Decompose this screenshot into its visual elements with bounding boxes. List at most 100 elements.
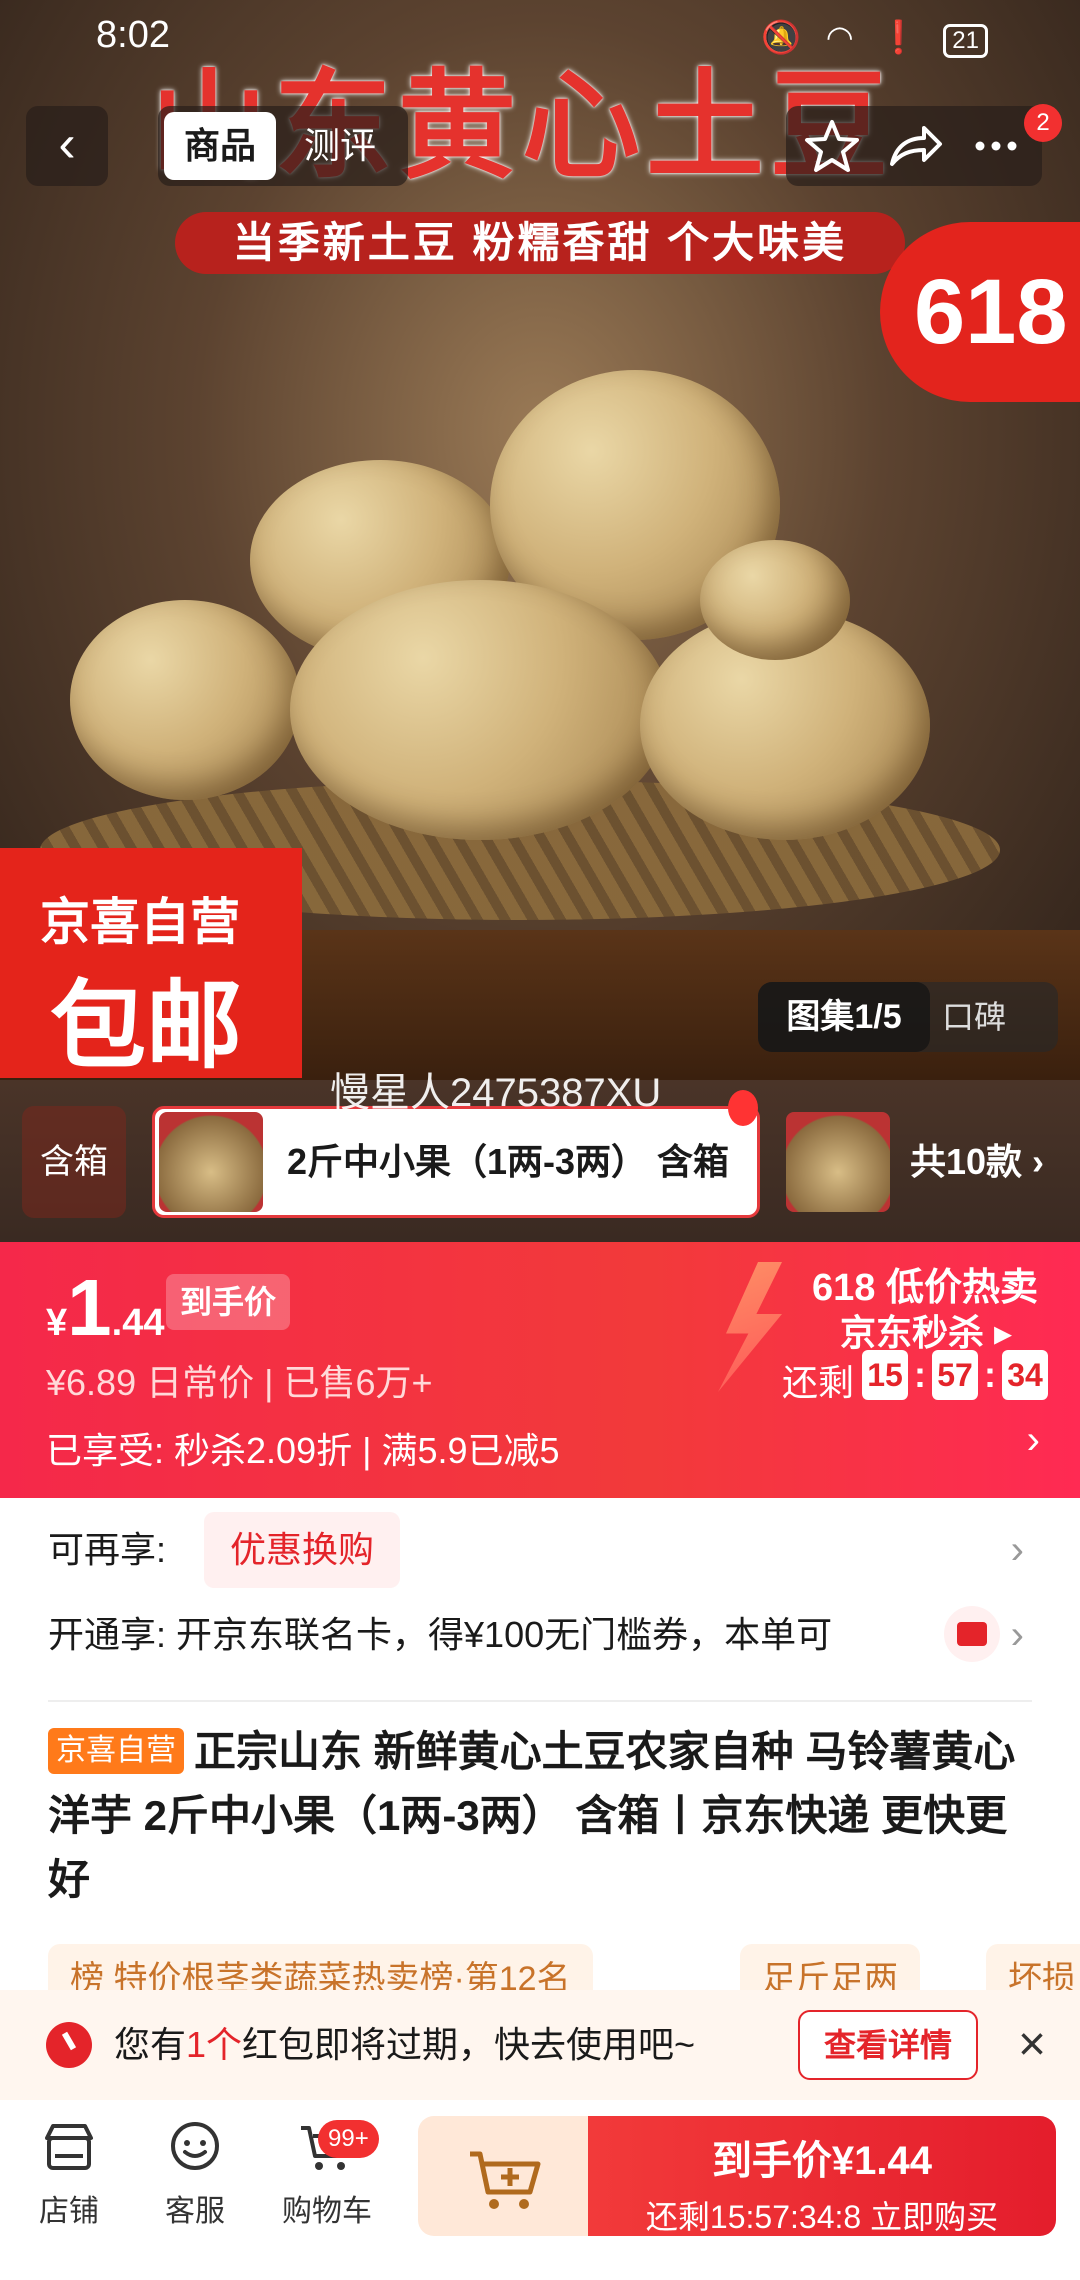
buy-countdown: 还剩15:57:34:8 立即购买: [645, 2199, 999, 2235]
extra-offer-label: 可再享:: [48, 1529, 167, 1570]
price-currency: ¥: [46, 1302, 68, 1344]
share-icon: [890, 126, 942, 166]
cart-count-badge: 99+: [318, 2120, 379, 2158]
countdown-colon: :: [984, 1354, 996, 1395]
countdown-seconds: 34: [1002, 1350, 1048, 1400]
credit-card-icon: [944, 1606, 1000, 1662]
red-packet-banner: 您有1个红包即将过期，快去使用吧~ 查看详情 ×: [0, 1990, 1080, 2100]
free-shipping-badge: 京喜自营 包邮: [0, 848, 302, 1080]
gallery-tab[interactable]: 图集1/5: [758, 982, 930, 1052]
promo-store-label: 京喜自营: [40, 894, 240, 950]
status-icons: 🔕 ◠ ❗ 21: [761, 18, 988, 58]
potato-graphic: [70, 600, 300, 800]
alert-icon: ❗: [878, 19, 927, 55]
notice-count: 1个: [186, 2024, 243, 2065]
feature-chip[interactable]: 坏损: [986, 1944, 1080, 1990]
buy-price: 到手价¥1.44: [711, 2139, 933, 2183]
chat-smile-icon: [171, 2122, 219, 2170]
promo-seckill: 秒杀2.09折: [174, 1430, 353, 1471]
variant-selected[interactable]: 2斤中小果（1两-3两） 含箱: [152, 1106, 760, 1218]
back-button[interactable]: ‹: [26, 106, 108, 186]
chevron-right-icon: ›: [1010, 1613, 1024, 1657]
store-tag: 京喜自营: [48, 1728, 184, 1774]
promo-free-shipping: 包邮: [50, 973, 242, 1080]
chevron-right-icon[interactable]: ›: [1027, 1418, 1040, 1463]
final-price-tag: 到手价: [166, 1274, 291, 1330]
price-integer: 1: [67, 1263, 112, 1352]
feature-chips: 榜 特价根茎类蔬菜热卖榜·第12名 足斤足两 坏损: [48, 1944, 1080, 1990]
ranking-chip[interactable]: 榜 特价根茎类蔬菜热卖榜·第12名: [48, 1944, 593, 1990]
add-cart-icon: [470, 2151, 541, 2209]
tab-review[interactable]: 测评: [304, 112, 376, 180]
potato-graphic: [290, 580, 670, 840]
original-price-label: 日常价: [146, 1362, 255, 1403]
variant-label: 2斤中小果（1两-3两） 含箱: [287, 1141, 730, 1182]
hot-icon: [728, 1090, 758, 1126]
applied-promotions[interactable]: 已享受: 秒杀2.09折 | 满5.9已减5: [46, 1422, 560, 1474]
seckill-link[interactable]: 京东秒杀 ▸: [840, 1304, 1012, 1356]
message-badge: 2: [1024, 104, 1062, 142]
customer-service-label: 客服: [165, 2195, 225, 2228]
chevron-left-icon: ‹: [58, 115, 76, 173]
final-price: ¥1.44: [46, 1262, 164, 1354]
variant-total-label: 共10款: [910, 1141, 1023, 1182]
share-button[interactable]: [874, 106, 954, 186]
tab-product[interactable]: 商品: [164, 112, 276, 180]
separator: |: [362, 1430, 382, 1471]
cart-label: 购物车: [282, 2195, 372, 2228]
notice-suffix: 红包即将过期，快去使用吧~: [242, 2024, 696, 2065]
reviews-tab[interactable]: 口碑: [942, 982, 1006, 1052]
red-packet-text: 您有1个红包即将过期，快去使用吧~: [114, 1990, 695, 2100]
card-offer-text: 开京东联名卡，得¥100无门槛券，本单可: [176, 1614, 833, 1655]
card-offer-label: 开通享:: [48, 1614, 167, 1655]
top-tabs: 商品 测评: [158, 106, 408, 186]
bottom-action-bar: 店铺 客服 购物车 99+ 到手价¥1.44 还剩15:57:34:8 立即购买: [0, 2100, 1080, 2280]
hero-subtitle: 当季新土豆 粉糯香甜 个大味美: [175, 212, 905, 274]
promo-label: 已享受:: [46, 1430, 165, 1471]
potato-graphic: [700, 540, 850, 660]
countdown-label: 还剩: [782, 1362, 855, 1403]
gallery-switcher: 图集1/5 口碑: [758, 982, 1058, 1052]
product-title: 京喜自营 正宗山东 新鲜黄心土豆农家自种 马铃薯黄心洋芋 2斤中小果（1两-3两）…: [48, 1720, 1038, 1912]
feature-chip[interactable]: 足斤足两: [740, 1944, 920, 1990]
chevron-right-icon: ›: [1010, 1528, 1024, 1572]
extra-offer-row[interactable]: 可再享: 优惠换购 ›: [48, 1512, 1038, 1588]
countdown-colon: :: [914, 1354, 926, 1395]
status-bar: 8:02 🔕 ◠ ❗ 21: [0, 0, 1080, 72]
product-title-text: 正宗山东 新鲜黄心土豆农家自种 马铃薯黄心洋芋 2斤中小果（1两-3两） 含箱丨…: [48, 1728, 1016, 1903]
mute-icon: 🔕: [761, 19, 809, 55]
price-decimal: .44: [111, 1302, 165, 1344]
original-price: ¥6.89: [46, 1362, 137, 1403]
variant-thumbnail: [159, 1112, 263, 1212]
card-offer-row[interactable]: 开通享: 开京东联名卡，得¥100无门槛券，本单可 ›: [48, 1600, 1038, 1670]
lightning-icon: [718, 1262, 782, 1392]
wifi-icon: ◠: [825, 19, 862, 55]
red-packet-icon: [46, 2022, 92, 2068]
top-actions: [786, 106, 1042, 186]
badge-618: 618: [880, 222, 1080, 402]
store-icon: [45, 2124, 93, 2170]
countdown-minutes: 57: [932, 1350, 978, 1400]
countdown-hours: 15: [862, 1350, 908, 1400]
add-to-cart-button[interactable]: [418, 2116, 588, 2236]
variant-next-thumbnail[interactable]: [786, 1112, 890, 1212]
original-price-line: ¥6.89 日常价 | 已售6万+: [46, 1354, 433, 1406]
battery-icon: 21: [943, 24, 988, 58]
store-button[interactable]: 店铺: [14, 2116, 124, 2230]
divider: [48, 1700, 1032, 1702]
close-icon[interactable]: ×: [1002, 2015, 1062, 2075]
customer-service-button[interactable]: 客服: [140, 2116, 250, 2230]
price-panel: ¥1.44 到手价 ¥6.89 日常价 | 已售6万+ 已享受: 秒杀2.09折…: [0, 1242, 1080, 1498]
variant-total[interactable]: 共10款 ›: [910, 1106, 1044, 1218]
store-label: 店铺: [39, 2195, 99, 2228]
buy-now-button[interactable]: 到手价¥1.44 还剩15:57:34:8 立即购买: [588, 2116, 1056, 2236]
view-details-button[interactable]: 查看详情: [798, 2010, 978, 2080]
promo-discount: 满5.9已减5: [381, 1430, 560, 1471]
exchange-offer-tag[interactable]: 优惠换购: [204, 1512, 401, 1588]
separator: |: [264, 1362, 284, 1403]
favorite-button[interactable]: [792, 106, 872, 186]
hot-sale-label: 618 低价热卖: [812, 1267, 1038, 1309]
watermark: 慢星人2475387XU: [330, 1071, 662, 1115]
variant-prev[interactable]: 含箱: [22, 1106, 126, 1218]
seckill-label: 京东秒杀: [840, 1312, 985, 1353]
